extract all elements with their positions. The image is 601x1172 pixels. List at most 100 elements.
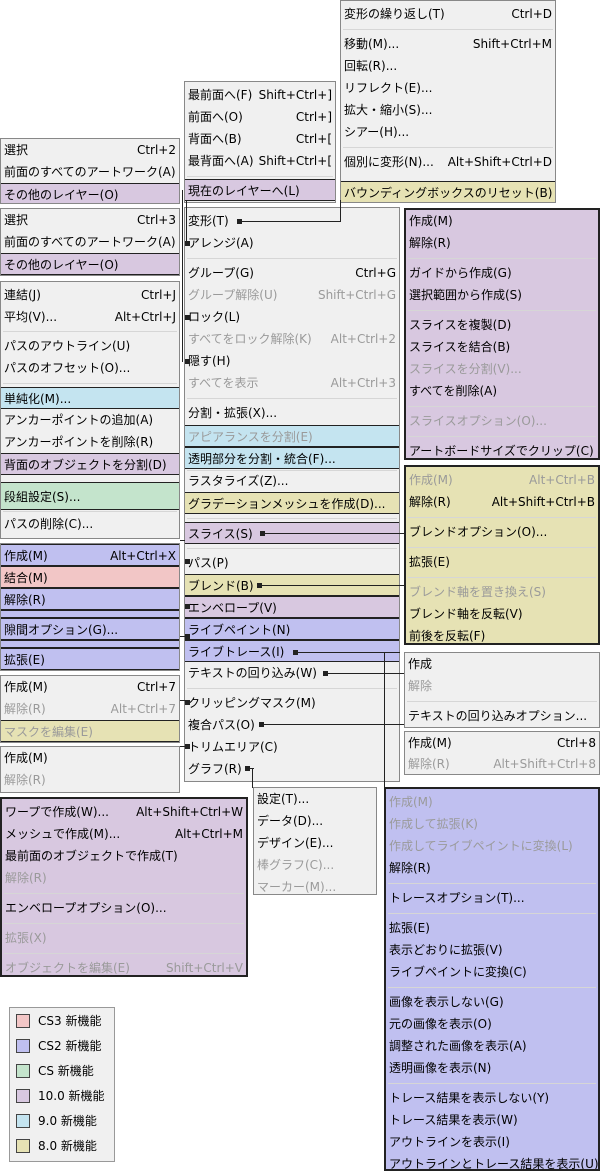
- menu-item[interactable]: ワープで作成(W)... Alt+Shift+Ctrl+W: [2, 801, 246, 823]
- menu-item[interactable]: 解除(R): [1, 588, 179, 610]
- menu-item: 解除(R): [2, 867, 246, 889]
- menu-item[interactable]: 段組設定(S)...: [1, 482, 179, 510]
- menu-item[interactable]: 作成: [405, 653, 599, 675]
- menu-item[interactable]: 背面へ(B) Ctrl+[: [185, 128, 335, 150]
- menu-item[interactable]: パスのアウトライン(U): [1, 335, 179, 357]
- menu-item[interactable]: 選択 Ctrl+2: [1, 139, 179, 161]
- menu-item[interactable]: 個別に変形(N)... Alt+Shift+Ctrl+D: [341, 151, 555, 173]
- menu-item[interactable]: アウトラインとトレース結果を表示(U): [386, 1153, 598, 1169]
- menu-item[interactable]: 隙間オプション(G)...: [1, 618, 179, 640]
- menu-item-label: すべてを表示: [188, 376, 259, 390]
- menu-item-label: パスの削除(C)...: [4, 517, 94, 531]
- menu-item[interactable]: 前面のすべてのアートワーク(A): [1, 231, 179, 253]
- menu-item[interactable]: アレンジ(A): [185, 232, 399, 254]
- menu-item[interactable]: ライブペイントに変換(C): [386, 961, 598, 983]
- menu-item[interactable]: 拡張(E): [1, 648, 179, 670]
- menu-item[interactable]: アンカーポイントの追加(A): [1, 409, 179, 431]
- slice-menu: 作成(M) 解除(R) ガイドから作成(G) 選択範囲から作成(S) スライスを複製(D…: [404, 208, 600, 460]
- menu-item[interactable]: テキストの回り込みオプション...: [405, 705, 599, 727]
- menu-item[interactable]: バウンディングボックスのリセット(B): [341, 181, 555, 202]
- menu-item[interactable]: トリムエリア(C): [185, 736, 399, 758]
- menu-item[interactable]: パスのオフセット(O)...: [1, 357, 179, 379]
- menu-item[interactable]: 移動(M)... Shift+Ctrl+M: [341, 33, 555, 55]
- menu-item[interactable]: 拡張(E): [406, 551, 598, 573]
- menu-item[interactable]: アウトラインを表示(I): [386, 1131, 598, 1153]
- menu-item[interactable]: ライブペイント(N): [185, 618, 399, 640]
- menu-item[interactable]: 作成(M) Ctrl+8: [405, 732, 599, 754]
- menu-item[interactable]: 元の画像を表示(O): [386, 1013, 598, 1035]
- menu-item[interactable]: すべてを削除(A): [406, 380, 598, 402]
- menu-item[interactable]: エンベロープ(V): [185, 596, 399, 618]
- menu-item[interactable]: 透明部分を分割・統合(F)...: [185, 447, 399, 469]
- menu-item[interactable]: データ(D)...: [254, 810, 376, 832]
- menu-item[interactable]: デザイン(E)...: [254, 832, 376, 854]
- menu-item[interactable]: 隠す(H): [185, 350, 399, 372]
- menu-item[interactable]: 前面のすべてのアートワーク(A): [1, 161, 179, 183]
- menu-item[interactable]: 結合(M): [1, 566, 179, 588]
- menu-separator: [408, 436, 596, 437]
- menu-item[interactable]: トレース結果を表示しない(Y): [386, 1087, 598, 1109]
- menu-item[interactable]: 最前面のオブジェクトで作成(T)Alt+Ctrl+C: [2, 845, 246, 867]
- menu-item[interactable]: 連結(J) Ctrl+J: [1, 284, 179, 306]
- menu-item[interactable]: グラフ(R): [185, 758, 399, 780]
- menu-item[interactable]: 解除(R): [386, 857, 598, 879]
- menu-item[interactable]: クリッピングマスク(M): [185, 692, 399, 714]
- menu-item[interactable]: 拡大・縮小(S)...: [341, 99, 555, 121]
- legend-swatch-9: [16, 1114, 30, 1128]
- menu-item[interactable]: 設定(T)...: [254, 788, 376, 810]
- menu-item[interactable]: 最背面へ(A) Shift+Ctrl+[: [185, 150, 335, 172]
- menu-item-label: 変形の繰り返し(T): [344, 7, 445, 21]
- menu-item[interactable]: 現在のレイヤーへ(L): [185, 179, 335, 201]
- menu-item[interactable]: 透明画像を表示(N): [386, 1057, 598, 1079]
- menu-item[interactable]: リフレクト(E)...: [341, 77, 555, 99]
- menu-item[interactable]: メッシュで作成(M)... Alt+Ctrl+M: [2, 823, 246, 845]
- menu-item[interactable]: 最前面へ(F) Shift+Ctrl+]: [185, 84, 335, 106]
- menu-item[interactable]: その他のレイヤー(O): [1, 183, 179, 203]
- menu-item[interactable]: 複合パス(O): [185, 714, 399, 736]
- menu-item-label: トレースオプション(T)...: [389, 891, 525, 905]
- menu-item[interactable]: 作成(M): [1, 747, 179, 769]
- menu-item[interactable]: その他のレイヤー(O): [1, 253, 179, 275]
- menu-item[interactable]: スライスを結合(B): [406, 336, 598, 358]
- menu-item[interactable]: パスの削除(C)...: [1, 513, 179, 535]
- menu-item[interactable]: 選択 Ctrl+3: [1, 209, 179, 231]
- menu-item[interactable]: 画像を表示しない(G): [386, 991, 598, 1013]
- menu-item[interactable]: 変形の繰り返し(T) Ctrl+D: [341, 3, 555, 25]
- menu-item[interactable]: 平均(V)... Alt+Ctrl+J: [1, 306, 179, 328]
- menu-item[interactable]: ガイドから作成(G): [406, 262, 598, 284]
- menu-item[interactable]: 解除(R) Alt+Shift+Ctrl+B: [406, 491, 598, 513]
- menu-item[interactable]: 回転(R)...: [341, 55, 555, 77]
- menu-item[interactable]: パス(P): [185, 552, 399, 574]
- menu-item-label: グループ(G): [188, 266, 254, 280]
- menu-item[interactable]: トレース結果を表示(W): [386, 1109, 598, 1131]
- menu-item[interactable]: シアー(H)...: [341, 121, 555, 143]
- menu-item[interactable]: グループ(G) Ctrl+G: [185, 262, 399, 284]
- menu-item[interactable]: グラデーションメッシュを作成(D)...: [185, 492, 399, 514]
- menu-item[interactable]: 前面へ(O) Ctrl+]: [185, 106, 335, 128]
- menu-item[interactable]: 調整された画像を表示(A): [386, 1035, 598, 1057]
- menu-item[interactable]: 単純化(M)...: [1, 387, 179, 409]
- blend-menu: 作成(M) Alt+Ctrl+B 解除(R) Alt+Shift+Ctrl+B ブレンド…: [404, 465, 600, 645]
- menu-item[interactable]: 表示どおりに拡張(V): [386, 939, 598, 961]
- menu-item[interactable]: 作成(M) Ctrl+7: [1, 676, 179, 698]
- menu-item[interactable]: 拡張(E): [386, 917, 598, 939]
- menu-separator: [388, 913, 596, 914]
- menu-item[interactable]: アートボードサイズでクリップ(C): [406, 440, 598, 458]
- menu-item[interactable]: 作成(M) Alt+Ctrl+X: [1, 544, 179, 566]
- menu-item[interactable]: ロック(L): [185, 306, 399, 328]
- menu-item[interactable]: エンベロープオプション(O)...: [2, 897, 246, 919]
- menu-item[interactable]: 前後を反転(F): [406, 625, 598, 643]
- menu-item[interactable]: ブレンド軸を反転(V): [406, 603, 598, 625]
- menu-item[interactable]: ラスタライズ(Z)...: [185, 470, 399, 492]
- menu-item[interactable]: 分割・拡張(X)...: [185, 402, 399, 424]
- menu-item[interactable]: ライブトレース(I): [185, 640, 399, 662]
- menu-item[interactable]: 解除(R): [406, 232, 598, 254]
- menu-item[interactable]: 背面のオブジェクトを分割(D): [1, 453, 179, 475]
- menu-item[interactable]: スライスを複製(D): [406, 314, 598, 336]
- connector-line: [262, 724, 404, 725]
- menu-item[interactable]: 選択範囲から作成(S): [406, 284, 598, 306]
- menu-item[interactable]: アンカーポイントを削除(R): [1, 431, 179, 453]
- menu-item[interactable]: ブレンドオプション(O)...: [406, 521, 598, 543]
- menu-item[interactable]: トレースオプション(T)...: [386, 887, 598, 909]
- menu-item[interactable]: 作成(M): [406, 210, 598, 232]
